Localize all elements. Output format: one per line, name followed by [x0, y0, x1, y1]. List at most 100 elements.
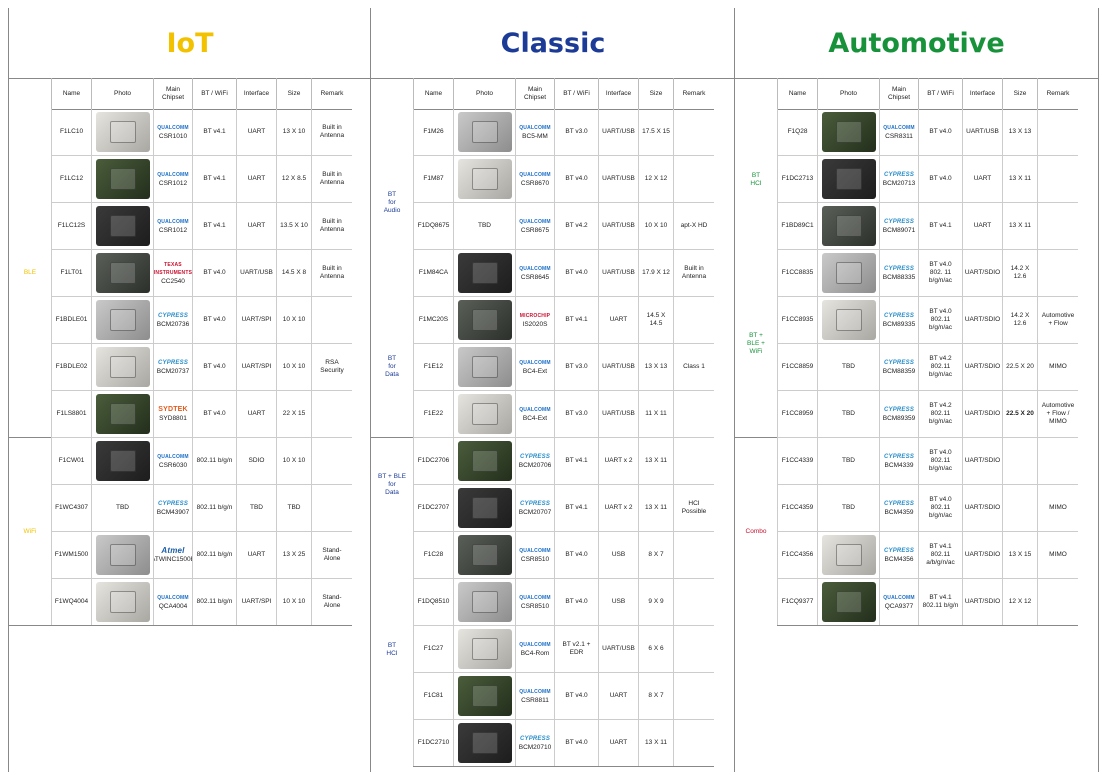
remark: MIMO	[1037, 532, 1078, 578]
module-photo	[817, 203, 879, 249]
module-name: F1DQ8510	[413, 579, 453, 625]
remark	[311, 391, 352, 437]
chipset-name: CSR8510	[520, 555, 550, 563]
chipset-name: CSR6030	[158, 461, 188, 469]
interface: UART/USB	[962, 109, 1002, 155]
module-size: 17.9 X 12	[638, 250, 673, 296]
table-row: F1DQ8510 QUALCOMM CSR8510 BT v4.0 USB 9 X 9	[371, 579, 714, 626]
module-size: 13 X 13	[1002, 109, 1037, 155]
main-chipset: QUALCOMM CSR1012	[153, 203, 192, 249]
remark	[1037, 203, 1078, 249]
bt-wifi-spec: 802.11 b/g/n	[192, 579, 236, 625]
module-photo-image	[457, 723, 512, 763]
chipset-name: CSR8670	[520, 179, 550, 187]
module-name: F1LC12	[51, 156, 91, 202]
category-label: BT for Audio	[371, 109, 413, 297]
header-category	[735, 78, 777, 109]
header-remark: Remark	[311, 78, 352, 109]
chipset-name: BC4-Rom	[520, 649, 550, 657]
bt-wifi-spec: BT v4.1 802.11 b/g/n	[918, 579, 962, 625]
bt-wifi-spec: BT v3.0	[554, 391, 598, 437]
table-row: F1MC20S MICROCHIP IS2020S BT v4.1 UART 14.5 X…	[371, 297, 714, 344]
header-chipset: Main Chipset	[879, 78, 918, 109]
remark	[1037, 109, 1078, 155]
module-size: 22 X 15	[276, 391, 311, 437]
chipset-name: CSR1010	[158, 132, 188, 140]
chipset-name: BCM4356	[884, 555, 914, 563]
bt-wifi-spec: BT v3.0	[554, 109, 598, 155]
header-name: Name	[777, 78, 817, 109]
interface: UART	[962, 156, 1002, 202]
module-name: F1BD89C1	[777, 203, 817, 249]
qualcomm-logo: QUALCOMM	[519, 265, 551, 272]
cypress-logo: CYPRESS	[883, 453, 915, 460]
main-chipset: QUALCOMM QCA9377	[879, 579, 918, 625]
module-photo	[453, 673, 515, 719]
module-size: 11 X 11	[638, 391, 673, 437]
table-row: F1E12 QUALCOMM BC4-Ext BT v3.0 UART/USB 13 X …	[371, 344, 714, 391]
remark	[311, 485, 352, 531]
microchip-logo: MICROCHIP	[519, 312, 551, 319]
module-size: 13 X 11	[638, 485, 673, 531]
module-photo-image	[95, 535, 150, 575]
chipset-name: BCM20710	[518, 743, 552, 751]
bt-wifi-spec: BT v4.1 802.11 a/b/g/n/ac	[918, 532, 962, 578]
bt-wifi-spec: BT v4.0 802.11 b/g/n/ac	[918, 297, 962, 343]
module-name: F1DQ8675	[413, 203, 453, 249]
main-chipset: QUALCOMM CSR8670	[515, 156, 554, 202]
table-header: Name Photo Main Chipset BT / WiFi Interface S…	[371, 78, 714, 110]
module-photo	[453, 579, 515, 625]
header-bt-wifi: BT / WiFi	[192, 78, 236, 109]
header-remark: Remark	[673, 78, 714, 109]
bt-wifi-spec: 802.11 b/g/n	[192, 485, 236, 531]
header-photo: Photo	[453, 78, 515, 109]
main-chipset: QUALCOMM BC4-Rom	[515, 626, 554, 672]
module-name: F1BDLE01	[51, 297, 91, 343]
remark	[673, 297, 714, 343]
chipset-name: BCM89359	[882, 414, 916, 422]
remark	[673, 156, 714, 202]
bt-wifi-spec: BT v4.0	[554, 156, 598, 202]
module-size: 13 X 11	[1002, 203, 1037, 249]
table-body: F1LC10 QUALCOMM CSR1010 BT v4.1 UART 13 X 10 B…	[9, 109, 352, 626]
bt-wifi-spec: BT v4.0	[192, 297, 236, 343]
chipset-name: BCM20737	[156, 367, 190, 375]
module-photo	[453, 156, 515, 202]
interface: UART/USB	[598, 250, 638, 296]
interface: UART	[236, 391, 276, 437]
module-name: F1CC8859	[777, 344, 817, 390]
qualcomm-logo: QUALCOMM	[157, 124, 189, 131]
interface: UART	[236, 532, 276, 578]
cypress-logo: CYPRESS	[883, 171, 915, 178]
table-row: F1CC8835 CYPRESS BCM88335 BT v4.0 802. 11 b…	[735, 250, 1078, 297]
module-name: F1E22	[413, 391, 453, 437]
table-row: F1CC8859 TBD CYPRESS BCM88359 BT v4.2 802.11…	[735, 344, 1078, 391]
cypress-logo: CYPRESS	[883, 547, 915, 554]
qualcomm-logo: QUALCOMM	[157, 594, 189, 601]
cypress-logo: CYPRESS	[883, 359, 915, 366]
module-comparison-sheet: IoT Name Photo Main Chipset BT / WiFi Interf…	[8, 8, 1099, 772]
module-photo-image	[457, 253, 512, 293]
module-name: F1C27	[413, 626, 453, 672]
module-photo	[453, 109, 515, 155]
module-photo-image	[457, 441, 512, 481]
module-size: 10 X 10	[276, 438, 311, 484]
main-chipset: CYPRESS BCM20710	[515, 720, 554, 766]
interface: UART/SDIO	[962, 485, 1002, 531]
table-row: F1DC2707 CYPRESS BCM20707 BT v4.1 UART x 2 13…	[371, 485, 714, 532]
module-photo: TBD	[817, 391, 879, 437]
header-bt-wifi: BT / WiFi	[554, 78, 598, 109]
module-photo	[453, 297, 515, 343]
header-name: Name	[413, 78, 453, 109]
bt-wifi-spec: BT v4.0	[192, 391, 236, 437]
bt-wifi-spec: BT v4.0 802. 11 b/g/n/ac	[918, 250, 962, 296]
qualcomm-logo: QUALCOMM	[519, 688, 551, 695]
module-photo	[817, 297, 879, 343]
header-size: Size	[638, 78, 673, 109]
cypress-logo: CYPRESS	[519, 735, 551, 742]
table-body: F1M26 QUALCOMM BC5-MM BT v3.0 UART/USB 17.5 X…	[371, 109, 714, 767]
main-chipset: CYPRESS BCM4339	[879, 438, 918, 484]
remark	[673, 391, 714, 437]
module-size: 9 X 9	[638, 579, 673, 625]
module-name: F1MC20S	[413, 297, 453, 343]
